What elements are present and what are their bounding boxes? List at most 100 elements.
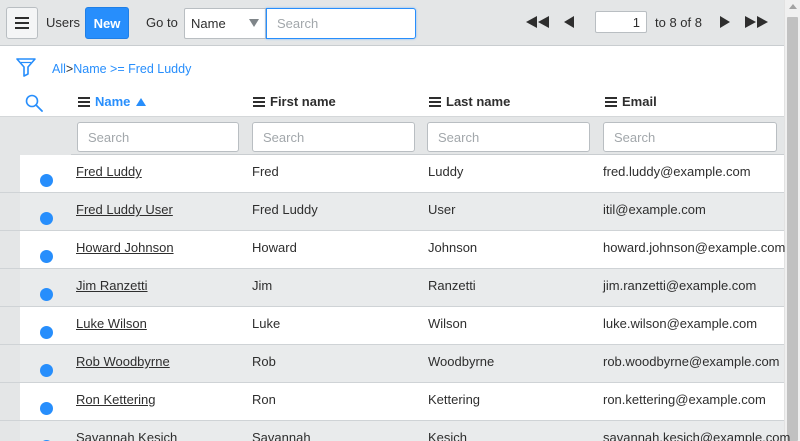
- page-number-input[interactable]: [595, 11, 647, 33]
- new-button[interactable]: New: [85, 7, 129, 39]
- goto-search-input[interactable]: [266, 8, 416, 39]
- first-name-cell: Fred Luddy: [252, 202, 318, 217]
- breadcrumb-filter-link[interactable]: Name >= Fred Luddy: [73, 62, 191, 76]
- record-status-dot[interactable]: [40, 212, 53, 225]
- first-name-cell: Ron: [252, 392, 276, 407]
- record-status-dot[interactable]: [40, 288, 53, 301]
- table-row[interactable]: Fred Luddy User Fred Luddy User itil@exa…: [0, 193, 784, 231]
- record-status-dot[interactable]: [40, 250, 53, 263]
- column-header-label: First name: [270, 94, 336, 109]
- row-gutter: [0, 269, 20, 306]
- breadcrumb: All>Name >= Fred Luddy: [52, 62, 191, 76]
- email-cell: ron.kettering@example.com: [603, 392, 766, 407]
- scrollbar-thumb[interactable]: [787, 17, 798, 441]
- search-row-gutter: [0, 117, 71, 155]
- column-header-row: Name First name Last name Email: [0, 88, 784, 116]
- last-name-cell: Ranzetti: [428, 278, 476, 293]
- email-cell: jim.ranzetti@example.com: [603, 278, 757, 293]
- row-gutter: [0, 383, 20, 420]
- user-name-link[interactable]: Fred Luddy User: [76, 202, 173, 217]
- column-menu-icon[interactable]: [429, 96, 441, 107]
- last-name-cell: Kettering: [428, 392, 481, 407]
- email-search-input[interactable]: [603, 122, 777, 152]
- vertical-scrollbar[interactable]: [784, 0, 800, 441]
- column-header-label: Name: [95, 94, 131, 109]
- row-gutter: [0, 155, 20, 192]
- row-gutter: [0, 345, 20, 382]
- breadcrumb-all-link[interactable]: All: [52, 62, 66, 76]
- row-gutter: [0, 193, 20, 230]
- last-page-icon[interactable]: [744, 16, 768, 28]
- email-cell: fred.luddy@example.com: [603, 164, 751, 179]
- search-icon[interactable]: [25, 94, 43, 112]
- last-name-cell: User: [428, 202, 456, 217]
- first-name-search-input[interactable]: [252, 122, 415, 152]
- user-name-link[interactable]: Jim Ranzetti: [76, 278, 148, 293]
- row-gutter: [0, 231, 20, 268]
- last-name-search-input[interactable]: [427, 122, 590, 152]
- email-cell: itil@example.com: [603, 202, 706, 217]
- table-row[interactable]: Jim Ranzetti Jim Ranzetti jim.ranzetti@e…: [0, 269, 784, 307]
- record-status-dot[interactable]: [40, 364, 53, 377]
- record-status-dot[interactable]: [40, 174, 53, 187]
- column-header-email[interactable]: Email: [605, 94, 657, 109]
- user-name-link[interactable]: Luke Wilson: [76, 316, 147, 331]
- record-status-dot[interactable]: [40, 326, 53, 339]
- hamburger-icon: [15, 17, 29, 29]
- page-count: to 8 of 8: [655, 15, 702, 30]
- table-row[interactable]: Luke Wilson Luke Wilson luke.wilson@exam…: [0, 307, 784, 345]
- table-row[interactable]: Rob Woodbyrne Rob Woodbyrne rob.woodbyrn…: [0, 345, 784, 383]
- column-header-first-name[interactable]: First name: [253, 94, 336, 109]
- column-header-last-name[interactable]: Last name: [429, 94, 510, 109]
- row-gutter: [0, 307, 20, 344]
- email-cell: howard.johnson@example.com: [603, 240, 786, 255]
- first-name-cell: Savannah: [252, 430, 311, 441]
- column-menu-icon[interactable]: [253, 96, 265, 107]
- name-search-input[interactable]: [77, 122, 239, 152]
- first-name-cell: Fred: [252, 164, 279, 179]
- next-page-icon[interactable]: [719, 16, 731, 28]
- last-name-cell: Kesich: [428, 430, 468, 441]
- goto-field-select[interactable]: Name: [184, 8, 266, 39]
- email-cell: rob.woodbyrne@example.com: [603, 354, 780, 369]
- last-name-cell: Woodbyrne: [428, 354, 495, 369]
- first-name-cell: Howard: [252, 240, 297, 255]
- user-name-link[interactable]: Ron Kettering: [76, 392, 156, 407]
- record-status-dot[interactable]: [40, 402, 53, 415]
- first-name-cell: Luke: [252, 316, 281, 331]
- scroll-up-arrow-icon[interactable]: [789, 4, 797, 9]
- sort-ascending-icon: [136, 97, 147, 106]
- first-name-cell: Rob: [252, 354, 276, 369]
- column-header-name[interactable]: Name: [78, 94, 147, 109]
- prev-page-icon[interactable]: [563, 16, 575, 28]
- last-name-cell: Johnson: [428, 240, 478, 255]
- email-cell: savannah.kesich@example.com: [603, 430, 791, 441]
- column-header-label: Last name: [446, 94, 511, 109]
- chevron-down-icon: [249, 19, 259, 27]
- funnel-icon[interactable]: [16, 57, 36, 77]
- table-row[interactable]: Fred Luddy Fred Luddy fred.luddy@example…: [0, 155, 784, 193]
- column-search-row: [0, 116, 784, 155]
- list-title: Users: [46, 15, 80, 30]
- column-menu-icon[interactable]: [605, 96, 617, 107]
- user-name-link[interactable]: Savannah Kesich: [76, 430, 177, 441]
- user-name-link[interactable]: Rob Woodbyrne: [76, 354, 170, 369]
- list-toolbar: Users New Go to Name to 8 of 8: [0, 0, 784, 46]
- table-row[interactable]: Savannah Kesich Savannah Kesich savannah…: [0, 421, 790, 441]
- email-cell: luke.wilson@example.com: [603, 316, 758, 331]
- user-list: Fred Luddy Fred Luddy fred.luddy@example…: [0, 155, 790, 441]
- row-gutter: [0, 421, 20, 441]
- first-name-cell: Jim: [252, 278, 273, 293]
- user-name-link[interactable]: Howard Johnson: [76, 240, 174, 255]
- first-page-icon[interactable]: [526, 16, 550, 28]
- table-row[interactable]: Ron Kettering Ron Kettering ron.ketterin…: [0, 383, 784, 421]
- user-name-link[interactable]: Fred Luddy: [76, 164, 142, 179]
- list-menu-button[interactable]: [6, 7, 38, 39]
- column-menu-icon[interactable]: [78, 96, 90, 107]
- column-header-label: Email: [622, 94, 657, 109]
- last-name-cell: Luddy: [428, 164, 464, 179]
- table-row[interactable]: Howard Johnson Howard Johnson howard.joh…: [0, 231, 786, 269]
- goto-label: Go to: [146, 15, 178, 30]
- last-name-cell: Wilson: [428, 316, 468, 331]
- filter-breadcrumb-row: All>Name >= Fred Luddy: [0, 47, 784, 88]
